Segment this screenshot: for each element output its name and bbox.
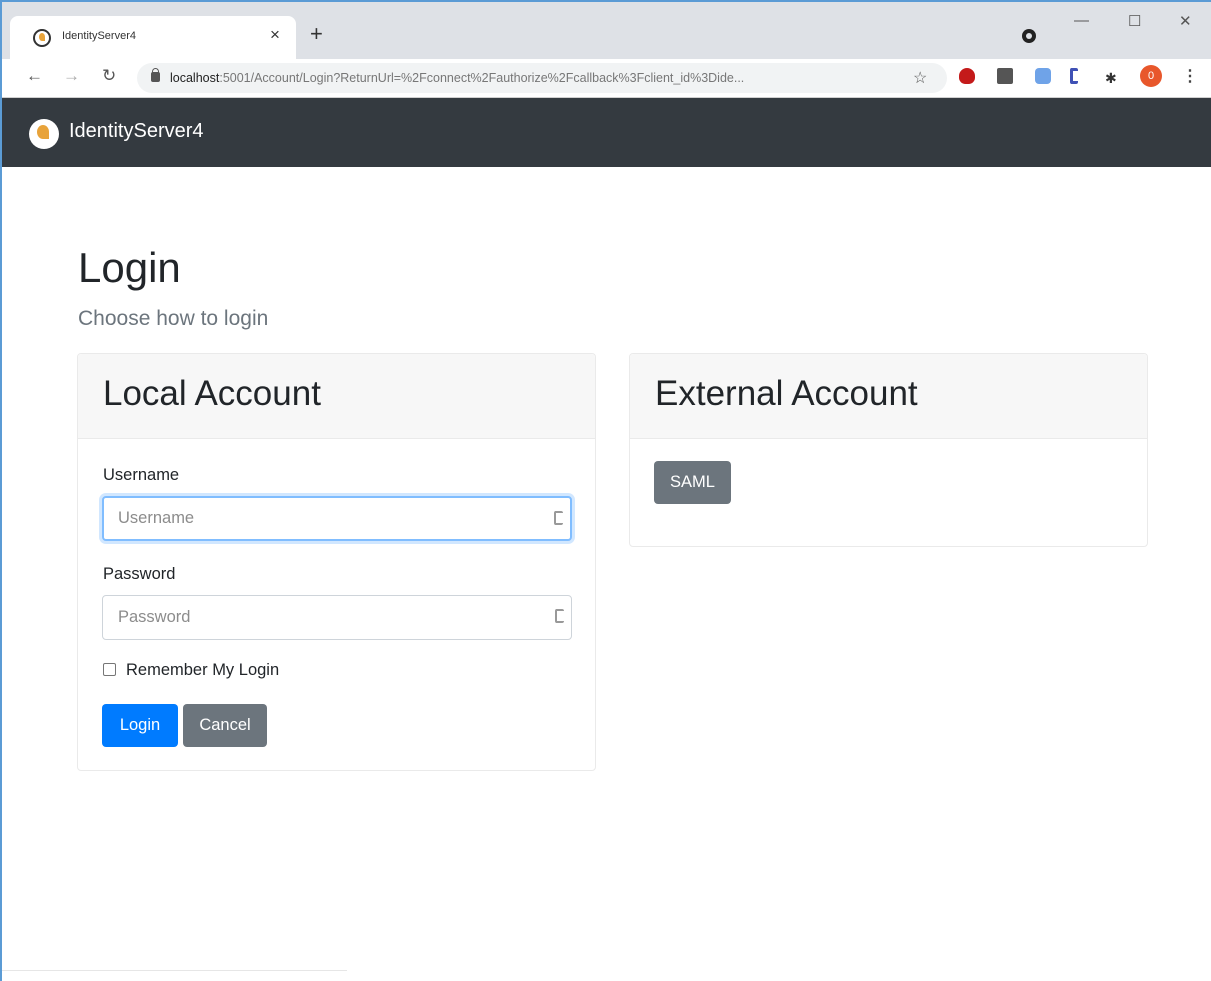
local-account-title: Local Account <box>103 374 321 413</box>
extensions-puzzle-icon[interactable]: ✱ <box>1105 70 1117 87</box>
divider <box>2 970 347 971</box>
external-account-header: External Account <box>630 354 1147 439</box>
local-account-card: Local Account Username Username Password… <box>77 353 596 771</box>
profile-avatar[interactable]: 0 <box>1140 65 1162 87</box>
password-placeholder: Password <box>118 608 191 626</box>
site-navbar: IdentityServer4 <box>2 98 1211 167</box>
maximize-icon[interactable]: ☐ <box>1128 12 1141 30</box>
external-account-card: External Account SAML <box>629 353 1148 547</box>
remember-checkbox[interactable] <box>103 663 116 676</box>
reload-icon[interactable]: ↻ <box>102 66 116 86</box>
tab-title: IdentityServer4 <box>62 30 136 42</box>
identityserver-logo-icon[interactable] <box>29 119 59 149</box>
forward-icon[interactable]: → <box>63 66 80 86</box>
tab-close-icon[interactable]: × <box>270 25 280 45</box>
browser-tab[interactable]: IdentityServer4 × <box>10 16 296 59</box>
saml-button[interactable]: SAML <box>654 461 731 504</box>
minimize-icon[interactable]: — <box>1074 12 1089 29</box>
url-path: :5001/Account/Login?ReturnUrl=%2Fconnect… <box>219 71 745 85</box>
external-account-title: External Account <box>655 374 918 413</box>
bracket-extension-icon[interactable] <box>1070 68 1078 84</box>
remember-label[interactable]: Remember My Login <box>126 661 279 680</box>
window-close-icon[interactable]: ✕ <box>1179 12 1192 30</box>
back-icon[interactable]: ← <box>26 66 43 86</box>
star-icon[interactable]: ☆ <box>913 68 927 88</box>
browser-window: IdentityServer4 × + — ☐ ✕ ← → ↻ localhos… <box>0 0 1211 981</box>
password-label: Password <box>103 565 176 583</box>
page-title: Login <box>78 244 181 291</box>
extension-icon[interactable] <box>997 68 1013 84</box>
cancel-button[interactable]: Cancel <box>183 704 267 747</box>
tab-strip: IdentityServer4 × + — ☐ ✕ <box>2 2 1211 59</box>
profile-circle-icon[interactable] <box>1022 29 1036 43</box>
menu-icon[interactable]: ⋮ <box>1182 66 1198 86</box>
password-manager-icon[interactable] <box>555 609 564 623</box>
url-text[interactable]: localhost:5001/Account/Login?ReturnUrl=%… <box>170 71 885 85</box>
page-subtitle: Choose how to login <box>78 307 269 330</box>
new-tab-icon[interactable]: + <box>310 22 323 46</box>
password-input[interactable]: Password <box>102 595 572 640</box>
brand-link[interactable]: IdentityServer4 <box>69 120 204 143</box>
login-button[interactable]: Login <box>102 704 178 747</box>
username-label: Username <box>103 466 180 484</box>
address-bar[interactable]: localhost:5001/Account/Login?ReturnUrl=%… <box>137 63 947 93</box>
browser-toolbar: ← → ↻ localhost:5001/Account/Login?Retur… <box>2 59 1211 98</box>
toggle-extension-icon[interactable] <box>1035 68 1051 84</box>
lock-icon[interactable] <box>151 68 160 82</box>
identityserver-favicon-icon <box>33 29 51 47</box>
username-placeholder: Username <box>118 509 195 527</box>
shield-extension-icon[interactable] <box>959 68 975 84</box>
username-input[interactable]: Username <box>102 496 572 541</box>
password-manager-icon[interactable] <box>554 511 563 525</box>
url-host: localhost <box>170 71 220 85</box>
local-account-header: Local Account <box>78 354 595 439</box>
